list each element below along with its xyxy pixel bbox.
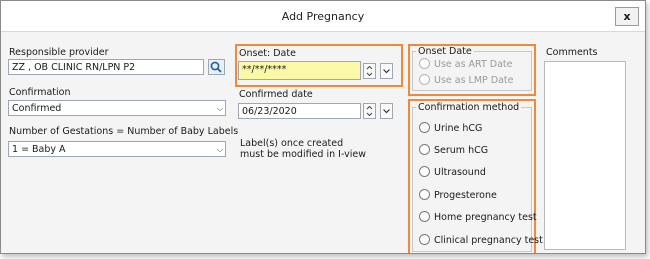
urine-hcg-radio[interactable]: Urine hCG <box>419 122 482 134</box>
dialog-title: Add Pregnancy <box>281 10 365 23</box>
home-pregnancy-test-radio[interactable]: Home pregnancy test <box>419 211 537 223</box>
use-as-art-date-radio[interactable]: Use as ART Date <box>419 58 513 70</box>
onset-date-label: Onset: Date <box>239 48 296 59</box>
use-as-lmp-date-radio[interactable]: Use as LMP Date <box>419 74 514 86</box>
comments-label: Comments <box>546 47 598 58</box>
onset-date-calendar-button[interactable] <box>380 63 393 79</box>
confirmation-value: Confirmed <box>12 103 62 114</box>
label-note-line2: must be modified in I-view <box>240 149 367 160</box>
confirmation-method-group: Confirmation method Urine hCG Serum hCG … <box>412 102 543 252</box>
ultrasound-label: Ultrasound <box>434 167 486 178</box>
responsible-provider-field[interactable]: ZZ , OB CLINIC RN/LPN P2 <box>8 59 204 75</box>
chevron-down-icon <box>383 109 390 114</box>
confirmation-dropdown[interactable]: Confirmed ⌵ <box>8 100 226 116</box>
radio-icon <box>419 234 430 245</box>
gestations-label: Number of Gestations = Number of Baby La… <box>9 126 239 137</box>
use-as-art-date-label: Use as ART Date <box>434 59 513 70</box>
radio-icon <box>419 122 430 133</box>
provider-search-button[interactable] <box>208 59 225 75</box>
ultrasound-radio[interactable]: Ultrasound <box>419 166 486 178</box>
serum-hcg-label: Serum hCG <box>434 145 489 156</box>
home-pregnancy-test-label: Home pregnancy test <box>434 212 537 223</box>
label-note-line1: Label(s) once created <box>240 138 344 149</box>
confirmed-date-field[interactable]: 06/23/2020 <box>238 103 361 119</box>
progesterone-radio[interactable]: Progesterone <box>419 189 497 201</box>
clinical-pregnancy-test-radio[interactable]: Clinical pregnancy test <box>419 234 543 246</box>
confirmation-label: Confirmation <box>9 87 71 98</box>
spinner-arrows-icon <box>366 105 373 117</box>
urine-hcg-label: Urine hCG <box>434 123 483 134</box>
clinical-pregnancy-test-label: Clinical pregnancy test <box>434 235 543 246</box>
chevron-down-icon: ⌵ <box>216 145 223 154</box>
chevron-down-icon <box>383 69 390 74</box>
responsible-provider-label: Responsible provider <box>9 47 109 58</box>
comments-textarea[interactable] <box>544 61 626 250</box>
confirmed-date-label: Confirmed date <box>239 89 313 100</box>
serum-hcg-radio[interactable]: Serum hCG <box>419 144 488 156</box>
radio-icon <box>419 166 430 177</box>
radio-icon <box>419 211 430 222</box>
search-icon <box>210 61 222 73</box>
chevron-down-icon: ⌵ <box>216 104 223 113</box>
confirmation-method-title: Confirmation method <box>416 102 522 113</box>
gestations-dropdown[interactable]: 1 = Baby A ⌵ <box>8 141 226 157</box>
title-bar: Add Pregnancy x <box>1 1 645 32</box>
onset-date-field[interactable]: **/**/**** <box>238 61 361 80</box>
confirmed-date-spinner[interactable] <box>363 103 376 119</box>
radio-icon <box>419 189 430 200</box>
gestations-value: 1 = Baby A <box>12 144 66 155</box>
onset-date-group-title: Onset Date <box>416 46 474 57</box>
progesterone-label: Progesterone <box>434 190 497 201</box>
spinner-arrows-icon <box>366 65 373 77</box>
close-button[interactable]: x <box>615 7 639 26</box>
radio-icon <box>419 144 430 155</box>
confirmed-date-calendar-button[interactable] <box>380 103 393 119</box>
add-pregnancy-dialog: Add Pregnancy x Responsible provider ZZ … <box>0 0 646 254</box>
radio-icon <box>419 74 430 85</box>
onset-date-spinner[interactable] <box>363 63 376 79</box>
radio-icon <box>419 58 430 69</box>
onset-date-group: Onset Date Use as ART Date Use as LMP Da… <box>412 46 532 91</box>
use-as-lmp-date-label: Use as LMP Date <box>434 75 514 86</box>
